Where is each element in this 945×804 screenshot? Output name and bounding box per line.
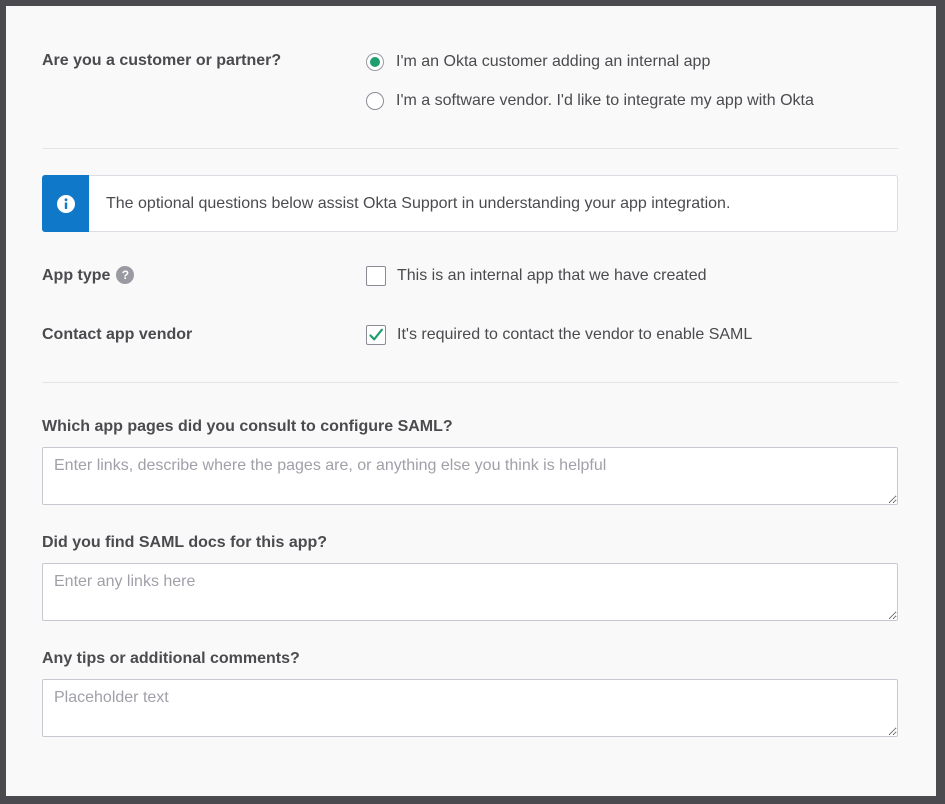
radio-okta-customer[interactable]: I'm an Okta customer adding an internal …	[366, 53, 710, 71]
info-icon	[56, 194, 75, 213]
radio-button-unchecked[interactable]	[366, 92, 384, 110]
help-icon[interactable]: ?	[116, 266, 135, 284]
app-integration-form: Are you a customer or partner? I'm an Ok…	[6, 6, 936, 796]
radio-okta-customer-label: I'm an Okta customer adding an internal …	[396, 53, 711, 70]
comments-textarea[interactable]	[42, 679, 898, 737]
radio-button-checked[interactable]	[366, 53, 384, 71]
comments-label: Any tips or additional comments?	[42, 650, 300, 667]
contact-vendor-checkbox[interactable]	[366, 325, 386, 345]
radio-software-vendor[interactable]: I'm a software vendor. I'd like to integ…	[366, 92, 814, 110]
section-divider	[42, 148, 898, 149]
contact-vendor-checkbox-row[interactable]: It's required to contact the vendor to e…	[366, 325, 752, 345]
contact-vendor-label: Contact app vendor	[42, 326, 193, 343]
info-callout-bar	[42, 175, 89, 232]
radio-software-vendor-label: I'm a software vendor. I'd like to integ…	[396, 92, 814, 109]
saml-docs-textarea[interactable]	[42, 563, 898, 621]
section-divider	[42, 382, 898, 383]
info-callout: The optional questions below assist Okta…	[42, 175, 898, 232]
app-type-checkbox-label: This is an internal app that we have cre…	[397, 267, 707, 284]
app-type-checkbox[interactable]	[366, 266, 386, 286]
customer-partner-label: Are you a customer or partner?	[42, 52, 282, 69]
app-type-checkbox-row[interactable]: This is an internal app that we have cre…	[366, 266, 707, 286]
saml-pages-label: Which app pages did you consult to confi…	[42, 418, 453, 435]
info-callout-text: The optional questions below assist Okta…	[106, 194, 731, 212]
saml-docs-label: Did you find SAML docs for this app?	[42, 534, 328, 551]
app-type-label: App type	[42, 267, 111, 285]
saml-pages-textarea[interactable]	[42, 447, 898, 505]
checkmark-icon	[369, 328, 383, 341]
app-type-label-row: App type?	[42, 266, 135, 285]
contact-vendor-checkbox-label: It's required to contact the vendor to e…	[397, 326, 753, 343]
